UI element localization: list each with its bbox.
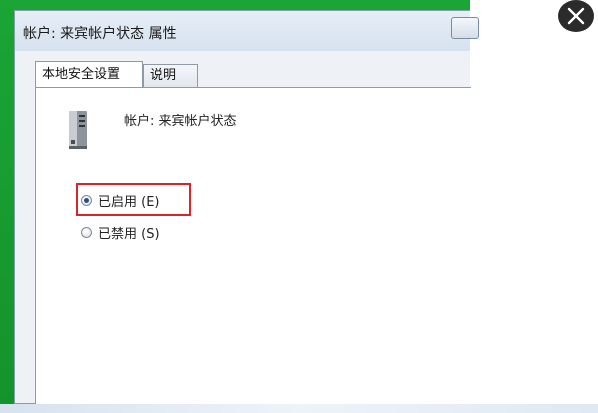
radio-disabled-option[interactable]: 已禁用 (S) [81, 222, 160, 242]
window-title: 帐户: 来宾帐户状态 属性 [23, 26, 177, 42]
radio-disabled[interactable] [81, 226, 92, 238]
properties-window: 帐户: 来宾帐户状态 属性 本地安全设置 说明 帐户: 来宾帐户状态 已启用 (… [14, 10, 479, 405]
overlay-close-button[interactable] [558, 0, 594, 32]
account-name-label: 帐户: 来宾帐户状态 [124, 114, 237, 129]
radio-disabled-label: 已禁用 (S) [98, 226, 160, 242]
tab-label: 本地安全设置 [42, 67, 121, 82]
tab-local-security-setting[interactable]: 本地安全设置 [35, 61, 143, 88]
server-icon [69, 111, 87, 149]
desktop-green-edge [0, 0, 14, 404]
radio-enabled[interactable] [81, 194, 92, 206]
close-icon [567, 7, 585, 25]
tab-panel: 帐户: 来宾帐户状态 已启用 (E) 已禁用 (S) [35, 87, 471, 405]
tab-explanation[interactable]: 说明 [143, 64, 198, 87]
bottom-strip [0, 404, 598, 413]
close-window-button[interactable] [451, 17, 479, 39]
radio-enabled-option[interactable]: 已启用 (E) [81, 190, 160, 210]
radio-enabled-label: 已启用 (E) [98, 194, 160, 210]
title-bar[interactable]: 帐户: 来宾帐户状态 属性 [15, 11, 479, 51]
desktop-green-top [0, 0, 470, 10]
tab-label: 说明 [150, 68, 177, 83]
